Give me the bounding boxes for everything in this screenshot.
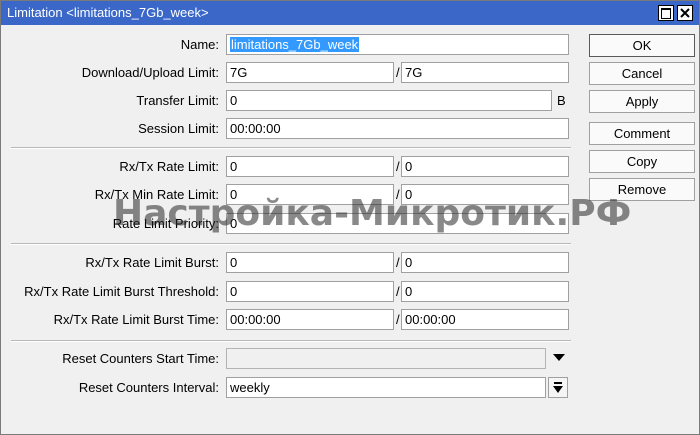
min-rate-limit-rx-input[interactable]: 0	[226, 184, 394, 205]
transfer-limit-label: Transfer Limit:	[136, 93, 219, 108]
separator-slash: /	[396, 255, 400, 270]
rate-limit-label: Rx/Tx Rate Limit:	[119, 159, 219, 174]
close-icon[interactable]	[677, 5, 693, 21]
ok-button[interactable]: OK	[589, 34, 695, 57]
rate-limit-burst-label: Rx/Tx Rate Limit Burst:	[85, 255, 219, 270]
burst-time-label: Rx/Tx Rate Limit Burst Time:	[53, 312, 219, 327]
comment-button[interactable]: Comment	[589, 122, 695, 145]
interval-dropdown-button[interactable]	[548, 377, 568, 398]
burst-threshold-label: Rx/Tx Rate Limit Burst Threshold:	[24, 284, 219, 299]
reset-start-time-label: Reset Counters Start Time:	[62, 351, 219, 366]
apply-button[interactable]: Apply	[589, 90, 695, 113]
burst-rx-input[interactable]: 0	[226, 252, 394, 273]
reset-interval-input[interactable]: weekly	[226, 377, 546, 398]
download-limit-input[interactable]: 7G	[226, 62, 394, 83]
dropdown-arrow-icon[interactable]	[552, 353, 566, 362]
title-bar[interactable]: Limitation <limitations_7Gb_week>	[1, 1, 699, 25]
transfer-limit-input[interactable]: 0	[226, 90, 552, 111]
transfer-limit-unit: B	[557, 93, 566, 108]
separator-slash: /	[396, 312, 400, 327]
download-upload-limit-label: Download/Upload Limit:	[81, 65, 219, 80]
burst-time-rx-input[interactable]: 00:00:00	[226, 309, 394, 330]
remove-button[interactable]: Remove	[589, 178, 695, 201]
reset-interval-label: Reset Counters Interval:	[78, 380, 219, 395]
copy-button[interactable]: Copy	[589, 150, 695, 173]
upload-limit-input[interactable]: 7G	[401, 62, 569, 83]
burst-time-tx-input[interactable]: 00:00:00	[401, 309, 569, 330]
rate-limit-rx-input[interactable]: 0	[226, 156, 394, 177]
separator-slash: /	[396, 187, 400, 202]
reset-start-time-input[interactable]	[226, 348, 546, 369]
session-limit-label: Session Limit:	[138, 121, 219, 136]
separator-slash: /	[396, 159, 400, 174]
limitation-dialog: Limitation <limitations_7Gb_week> Name: …	[0, 0, 700, 435]
cancel-button[interactable]: Cancel	[589, 62, 695, 85]
separator	[11, 243, 571, 245]
separator-slash: /	[396, 284, 400, 299]
burst-threshold-rx-input[interactable]: 0	[226, 281, 394, 302]
burst-threshold-tx-input[interactable]: 0	[401, 281, 569, 302]
rate-limit-tx-input[interactable]: 0	[401, 156, 569, 177]
separator	[11, 340, 571, 342]
separator	[11, 147, 571, 149]
min-rate-limit-tx-input[interactable]: 0	[401, 184, 569, 205]
burst-tx-input[interactable]: 0	[401, 252, 569, 273]
name-label: Name:	[180, 37, 219, 52]
rate-limit-priority-input[interactable]: 0	[226, 213, 569, 234]
name-value: limitations_7Gb_week	[230, 37, 360, 52]
name-input[interactable]: limitations_7Gb_week	[226, 34, 569, 55]
window-title: Limitation <limitations_7Gb_week>	[7, 5, 209, 20]
collapse-arrow-icon	[553, 382, 563, 393]
maximize-icon[interactable]	[658, 5, 674, 21]
separator-slash: /	[396, 65, 400, 80]
min-rate-limit-label: Rx/Tx Min Rate Limit:	[94, 187, 219, 202]
rate-limit-priority-label: Rate Limit Priority:	[112, 216, 219, 231]
session-limit-input[interactable]: 00:00:00	[226, 118, 569, 139]
